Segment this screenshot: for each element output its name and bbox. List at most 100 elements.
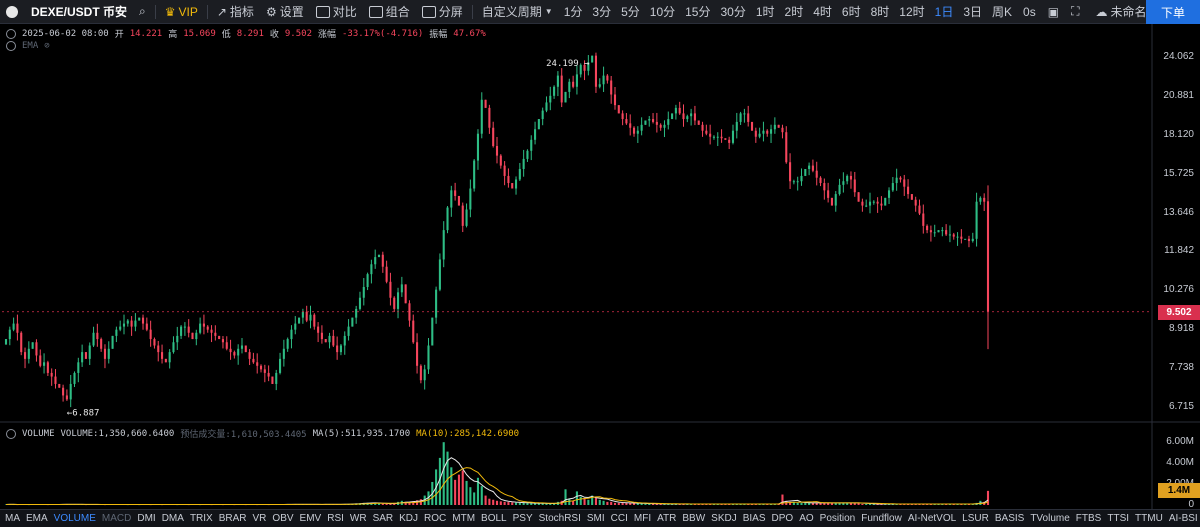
collapse-legend-icon[interactable] xyxy=(6,28,16,39)
indicator-tab[interactable]: TRIX xyxy=(187,513,216,524)
volume-bar xyxy=(461,470,464,505)
candle-body xyxy=(495,146,499,156)
indicator-tab[interactable]: BOLL xyxy=(478,513,510,524)
indicator-tab[interactable]: LSUR xyxy=(959,513,992,524)
candle-body xyxy=(667,119,670,125)
indicator-tab[interactable]: Fundflow xyxy=(858,513,905,524)
candle-body xyxy=(853,179,856,193)
indicator-tab[interactable]: VOLUME xyxy=(51,513,99,524)
candle-body xyxy=(374,257,377,265)
candle-body xyxy=(598,84,601,87)
indicator-tab[interactable]: FTBS xyxy=(1073,513,1105,524)
collapse-volume-icon[interactable] xyxy=(6,428,16,439)
indicator-tab[interactable]: PSY xyxy=(510,513,536,524)
candle-body xyxy=(960,236,963,239)
candle-body xyxy=(728,139,731,143)
indicator-tab[interactable]: EMA xyxy=(23,513,51,524)
candle-body xyxy=(134,320,137,327)
indicator-tab[interactable]: ATR xyxy=(654,513,679,524)
candle-body xyxy=(43,362,46,366)
price-axis-label: 18.120 xyxy=(1163,128,1194,140)
indicator-tab[interactable]: EMV xyxy=(297,513,325,524)
indicator-tab[interactable]: MTM xyxy=(449,513,478,524)
volume-bar xyxy=(606,501,609,505)
candle-body xyxy=(568,81,571,92)
volume-bar xyxy=(507,502,510,505)
candle-body xyxy=(747,113,750,122)
candle-body xyxy=(526,150,529,159)
candle-body xyxy=(644,120,647,125)
candle-body xyxy=(423,369,426,381)
indicator-tab[interactable]: OBV xyxy=(269,513,296,524)
indicator-tab[interactable]: WR xyxy=(347,513,370,524)
candle-body xyxy=(168,352,171,363)
candle-body xyxy=(967,238,971,242)
candle-body xyxy=(206,326,209,330)
indicator-tab[interactable]: AO xyxy=(796,513,816,524)
candle-body xyxy=(861,201,864,206)
indicator-tab[interactable]: AI-BSI xyxy=(1166,513,1200,524)
indicator-tab[interactable]: MACD xyxy=(99,513,134,524)
candle-body xyxy=(922,213,925,226)
indicator-tab[interactable]: SKDJ xyxy=(708,513,740,524)
candle-body xyxy=(461,205,464,226)
indicator-tab[interactable]: MFI xyxy=(631,513,654,524)
candle-body xyxy=(195,332,198,340)
indicator-tab[interactable]: DPO xyxy=(769,513,797,524)
candle-body xyxy=(100,339,103,349)
indicator-tab[interactable]: BBW xyxy=(679,513,708,524)
indicator-tab[interactable]: SAR xyxy=(370,513,397,524)
eye-off-icon[interactable]: ⊘ xyxy=(44,41,49,51)
volume-bar xyxy=(796,502,799,505)
candle-body xyxy=(88,345,91,359)
volume-bar xyxy=(480,486,483,505)
ema-toggle-icon[interactable] xyxy=(6,41,16,51)
indicator-tab[interactable]: StochRSI xyxy=(536,513,584,524)
indicator-tab[interactable]: TTMU xyxy=(1132,513,1166,524)
candle-body xyxy=(336,345,339,353)
indicator-tab[interactable]: KDJ xyxy=(396,513,421,524)
indicator-tab[interactable]: VR xyxy=(250,513,270,524)
candle-body xyxy=(176,335,179,343)
indicator-tab[interactable]: MA xyxy=(2,513,23,524)
indicator-tab[interactable]: CCI xyxy=(608,513,631,524)
candle-body xyxy=(31,342,34,349)
candle-body xyxy=(275,372,278,384)
candle-body xyxy=(229,348,232,353)
indicator-tab[interactable]: RSI xyxy=(324,513,347,524)
candle-body xyxy=(389,281,392,298)
candle-body xyxy=(907,186,910,195)
ema-legend: EMA ⊘ xyxy=(6,41,50,51)
candle-body xyxy=(454,190,457,196)
indicator-tab[interactable]: BRAR xyxy=(216,513,250,524)
volume-bar xyxy=(499,501,502,505)
candle-body xyxy=(141,317,145,324)
candle-body xyxy=(610,80,613,95)
candle-body xyxy=(351,317,354,327)
indicator-tab[interactable]: TTSI xyxy=(1104,513,1132,524)
volume-bar xyxy=(514,502,518,505)
volume-bar xyxy=(564,489,567,505)
indicator-tab[interactable]: TVolume xyxy=(1027,513,1072,524)
indicator-tab[interactable]: ROC xyxy=(421,513,449,524)
candle-body xyxy=(507,175,510,184)
indicator-tab[interactable]: BASIS xyxy=(992,513,1027,524)
volume-bar xyxy=(575,491,578,505)
volume-bar xyxy=(594,497,598,505)
candle-body xyxy=(301,311,304,318)
indicator-tab[interactable]: DMA xyxy=(159,513,187,524)
indicator-tab[interactable]: SMI xyxy=(584,513,608,524)
candle-body xyxy=(629,123,632,128)
candle-body xyxy=(511,183,514,189)
volume-bar xyxy=(621,502,624,505)
high-annotation: 24.199 → xyxy=(546,59,590,69)
candle-body xyxy=(617,105,620,114)
candle-body xyxy=(50,372,53,377)
indicator-tab[interactable]: Position xyxy=(817,513,859,524)
candle-body xyxy=(572,81,575,87)
indicator-tab[interactable]: DMI xyxy=(134,513,158,524)
indicator-tab[interactable]: BIAS xyxy=(740,513,769,524)
indicator-tab[interactable]: AI-NetVOL xyxy=(905,513,959,524)
candle-body xyxy=(492,127,495,147)
candle-body xyxy=(12,323,15,330)
